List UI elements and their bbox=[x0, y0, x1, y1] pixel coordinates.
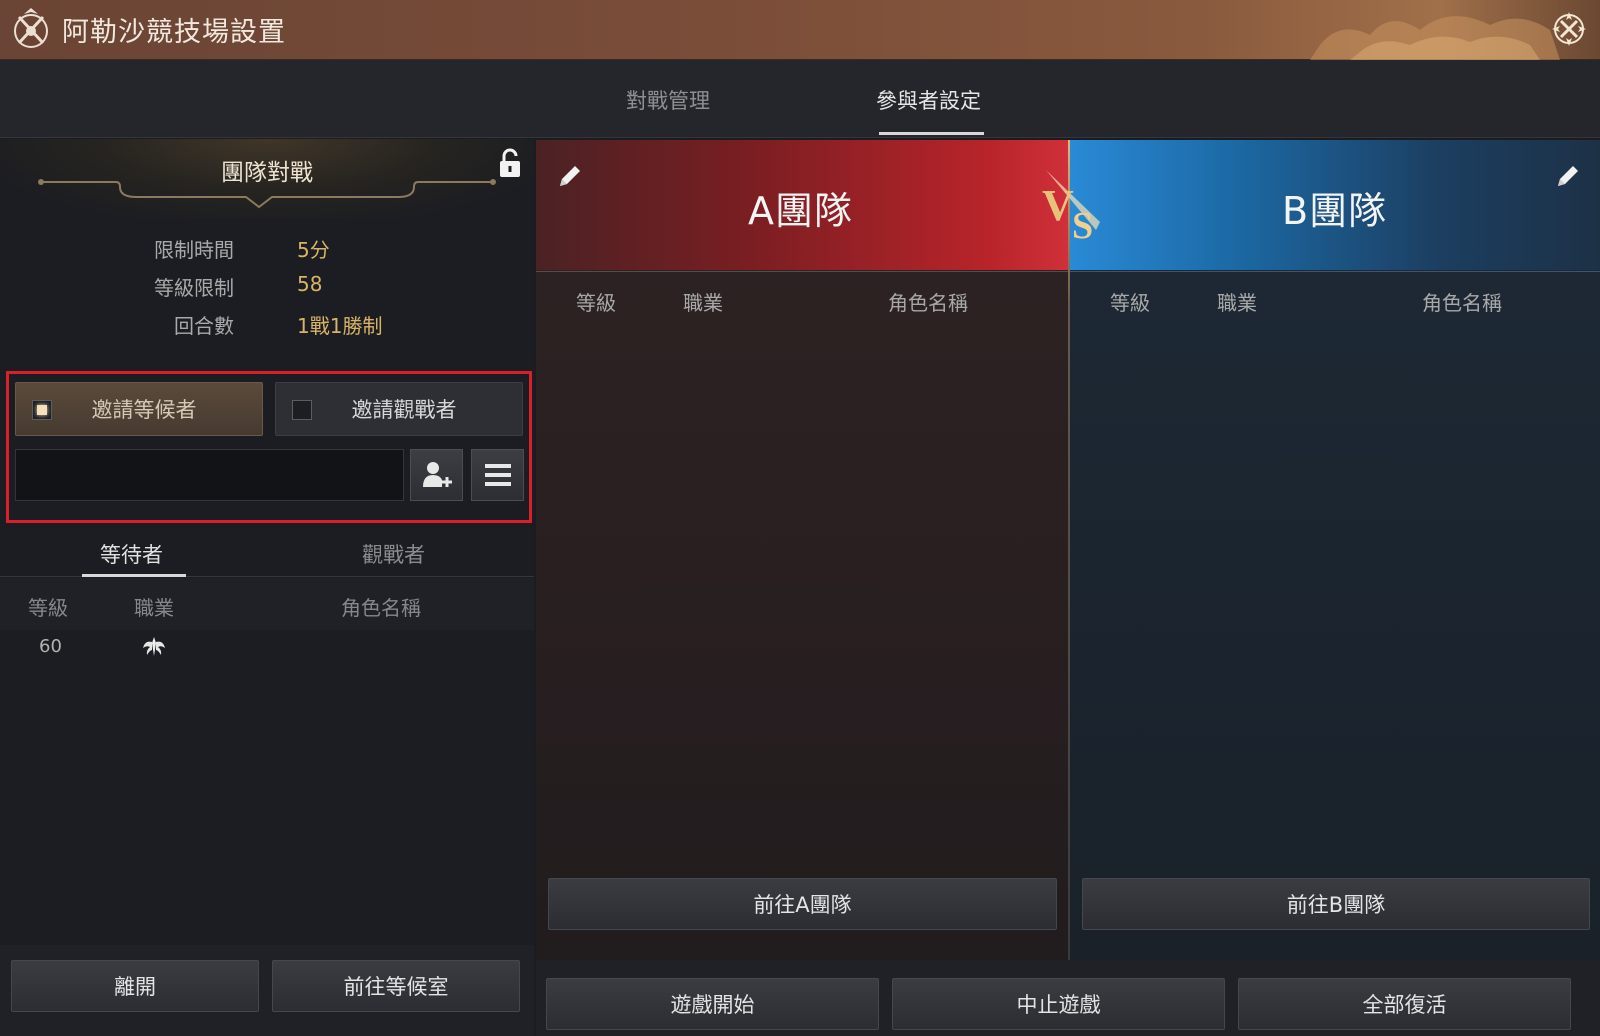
column-level: 等級 bbox=[1110, 291, 1150, 315]
column-class: 職業 bbox=[683, 291, 723, 315]
goto-waiting-room-button[interactable]: 前往等候室 bbox=[272, 960, 520, 1012]
info-row-rounds: 回合數 1戰1勝制 bbox=[0, 310, 534, 340]
column-level: 等級 bbox=[576, 291, 616, 315]
leave-button[interactable]: 離開 bbox=[11, 960, 259, 1012]
revive-all-button[interactable]: 全部復活 bbox=[1238, 978, 1571, 1030]
waiting-list-header: 等級 職業 角色名稱 bbox=[0, 578, 534, 630]
column-level: 等級 bbox=[28, 596, 68, 620]
invite-waiting-label: 邀請等候者 bbox=[91, 398, 197, 422]
add-user-button[interactable] bbox=[410, 449, 463, 501]
info-key: 等級限制 bbox=[154, 276, 234, 300]
ornament-divider-icon bbox=[38, 179, 496, 209]
active-subtab-indicator bbox=[82, 574, 186, 577]
mode-header: 團隊對戰 bbox=[0, 139, 534, 219]
lock-open-icon[interactable] bbox=[496, 147, 524, 179]
add-user-icon bbox=[422, 462, 452, 487]
hamburger-menu-icon bbox=[484, 464, 511, 486]
column-character-name: 角色名稱 bbox=[1422, 291, 1502, 315]
list-menu-button[interactable] bbox=[471, 449, 524, 501]
tab-match-management[interactable]: 對戰管理 bbox=[626, 85, 710, 115]
character-name-input[interactable] bbox=[15, 449, 404, 501]
stop-game-button[interactable]: 中止遊戲 bbox=[892, 978, 1225, 1030]
invite-section: 邀請等候者 邀請觀戰者 bbox=[6, 371, 532, 523]
checkbox-checked[interactable] bbox=[32, 400, 52, 420]
info-value: 1戰1勝制 bbox=[297, 314, 383, 338]
team-b-panel: B團隊 等級 職業 角色名稱 前往B團隊 bbox=[1070, 140, 1600, 960]
crossed-swords-emblem-icon bbox=[14, 8, 48, 48]
subtab-spectators[interactable]: 觀戰者 bbox=[362, 539, 425, 569]
row-level: 60 bbox=[39, 636, 62, 657]
left-footer: 離開 前往等候室 bbox=[0, 945, 534, 1036]
info-value: 5分 bbox=[297, 238, 330, 262]
column-class: 職業 bbox=[134, 596, 174, 620]
team-a-banner: A團隊 bbox=[536, 140, 1069, 270]
title-bar: 阿勒沙競技場設置 bbox=[0, 0, 1600, 60]
svg-text:S: S bbox=[1072, 205, 1093, 247]
active-tab-indicator bbox=[879, 132, 984, 135]
window-title: 阿勒沙競技場設置 bbox=[62, 17, 286, 48]
info-row-level-limit: 等級限制 58 bbox=[0, 272, 534, 302]
cloud-decoration-icon bbox=[1310, 16, 1560, 60]
tab-participant-settings[interactable]: 參與者設定 bbox=[876, 85, 981, 115]
team-b-banner: B團隊 bbox=[1070, 140, 1600, 270]
info-key: 限制時間 bbox=[154, 238, 234, 262]
start-game-button[interactable]: 遊戲開始 bbox=[546, 978, 879, 1030]
table-row[interactable]: 60 bbox=[0, 630, 534, 666]
versus-icon: V S bbox=[1042, 170, 1100, 247]
winged-class-icon bbox=[143, 637, 165, 656]
checkbox-unchecked[interactable] bbox=[292, 400, 312, 420]
info-value: 58 bbox=[297, 272, 323, 296]
edit-pencil-icon[interactable] bbox=[1554, 162, 1582, 190]
team-b-columns: 等級 職業 角色名稱 bbox=[1070, 271, 1600, 327]
left-panel: 團隊對戰 限制時間 5分 等級限制 58 回合數 1戰1勝制 邀請等候者 邀請觀… bbox=[0, 139, 534, 1036]
column-class: 職業 bbox=[1217, 291, 1257, 315]
column-character-name: 角色名稱 bbox=[888, 291, 968, 315]
invite-spectator-label: 邀請觀戰者 bbox=[351, 398, 457, 422]
team-a-name: A團隊 bbox=[748, 189, 853, 233]
tab-bar: 對戰管理 參與者設定 bbox=[0, 60, 1600, 138]
goto-team-a-button[interactable]: 前往A團隊 bbox=[548, 878, 1057, 930]
info-key: 回合數 bbox=[174, 314, 234, 338]
goto-team-b-button[interactable]: 前往B團隊 bbox=[1082, 878, 1590, 930]
column-character-name: 角色名稱 bbox=[341, 596, 421, 620]
team-b-name: B團隊 bbox=[1282, 189, 1388, 233]
bottom-bar: 遊戲開始 中止遊戲 全部復活 bbox=[536, 960, 1600, 1036]
team-divider bbox=[1068, 140, 1070, 960]
subtab-waiting[interactable]: 等待者 bbox=[100, 539, 163, 569]
invite-spectator-toggle[interactable]: 邀請觀戰者 bbox=[275, 382, 523, 436]
svg-text:V: V bbox=[1042, 181, 1074, 230]
info-row-time-limit: 限制時間 5分 bbox=[0, 234, 534, 264]
edit-pencil-icon[interactable] bbox=[556, 162, 584, 190]
close-icon[interactable] bbox=[1550, 10, 1588, 48]
list-subtabs: 等待者 觀戰者 bbox=[0, 527, 534, 577]
invite-waiting-toggle[interactable]: 邀請等候者 bbox=[15, 382, 263, 436]
team-a-panel: A團隊 等級 職業 角色名稱 前往A團隊 bbox=[536, 140, 1069, 960]
team-a-columns: 等級 職業 角色名稱 bbox=[536, 271, 1069, 327]
